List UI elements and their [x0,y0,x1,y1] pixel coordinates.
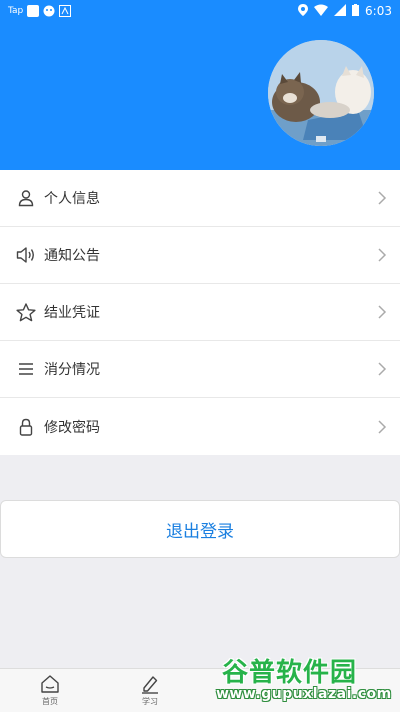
menu-item-personal-info[interactable]: 个人信息 [0,170,400,227]
profile-header [0,22,400,170]
tab-home[interactable]: 首页 [0,669,100,712]
menu-item-label: 结业凭证 [44,305,100,321]
menu-item-certificate[interactable]: 结业凭证 [0,284,400,341]
status-bar-left: Tap [8,5,72,17]
chevron-right-icon [376,247,388,263]
logout-label: 退出登录 [166,521,234,542]
status-bar: Tap 6:03 [0,0,400,22]
home-icon [40,674,60,696]
chevron-right-icon [376,304,388,320]
settings-menu: 个人信息 通知公告 结业凭证 消分情况 修改密码 [0,170,400,455]
signal-icon [334,3,347,19]
menu-item-label: 通知公告 [44,248,100,264]
tab-study[interactable]: 学习 [100,669,200,712]
avatar[interactable] [268,40,374,146]
logout-button[interactable]: 退出登录 [0,500,400,558]
chevron-right-icon [376,190,388,206]
app-notification-icon [27,5,40,17]
menu-item-change-password[interactable]: 修改密码 [0,398,400,455]
wifi-icon [314,4,329,19]
battery-icon [352,3,360,19]
lock-icon [16,417,36,437]
person-icon [16,188,36,208]
pencil-icon [140,674,160,696]
speaker-icon [16,245,36,265]
cat-notification-icon [43,5,55,17]
status-time: 6:03 [365,4,392,18]
menu-item-label: 修改密码 [44,419,100,436]
star-icon [16,302,36,322]
tap-label: Tap [8,6,24,16]
tab-label: 首页 [42,697,58,706]
list-icon [16,359,36,379]
menu-item-label: 个人信息 [44,191,100,207]
bottom-tab-bar: 首页 学习 [0,668,400,712]
chevron-right-icon [376,419,388,435]
menu-item-label: 消分情况 [44,362,100,378]
cat-photo-icon [268,40,374,146]
chevron-right-icon [376,361,388,377]
font-notification-icon [59,5,72,17]
menu-item-announcements[interactable]: 通知公告 [0,227,400,284]
tab-label: 学习 [142,697,158,706]
status-bar-right: 6:03 [298,3,392,19]
menu-item-points-status[interactable]: 消分情况 [0,341,400,398]
location-icon [298,3,309,19]
